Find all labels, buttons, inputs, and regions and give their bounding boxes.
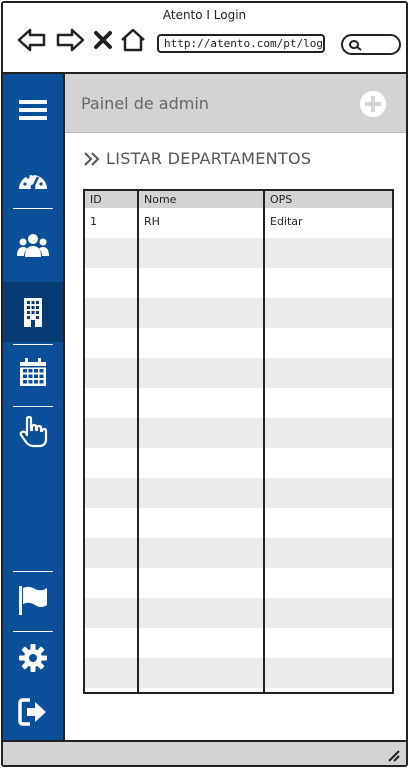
column-header-id: ID xyxy=(90,193,102,206)
table-row-empty xyxy=(85,478,392,508)
table-row-empty xyxy=(85,298,392,328)
table-row-empty xyxy=(85,238,392,268)
table-row-empty xyxy=(85,448,392,478)
page-title: Painel de admin xyxy=(81,94,209,113)
double-chevron-right-icon xyxy=(84,151,100,166)
sidebar-item-calendar[interactable] xyxy=(3,344,63,400)
url-bar[interactable]: http://atento.com/pt/login/ xyxy=(157,34,325,53)
sidebar-item-settings[interactable] xyxy=(3,630,63,686)
sidebar-item-users[interactable] xyxy=(3,218,63,274)
sidebar-menu-toggle[interactable] xyxy=(3,82,63,138)
column-header-ops: OPS xyxy=(270,193,293,206)
section-title: LISTAR DEPARTAMENTOS xyxy=(83,149,311,168)
building-icon xyxy=(24,298,42,327)
column-header-nome: Nome xyxy=(144,193,177,206)
add-button[interactable] xyxy=(360,91,386,117)
cell-id: 1 xyxy=(90,215,97,228)
edit-link[interactable]: Editar xyxy=(265,208,303,228)
table-header: ID Nome OPS xyxy=(85,191,392,208)
back-arrow-icon[interactable] xyxy=(17,27,47,53)
table-row-empty xyxy=(85,628,392,658)
resize-grip-icon[interactable] xyxy=(386,748,400,762)
sidebar xyxy=(3,74,65,744)
table-row-empty xyxy=(85,538,392,568)
admin-header: Painel de admin xyxy=(65,74,406,133)
calendar-icon xyxy=(20,358,46,386)
hamburger-icon xyxy=(19,100,47,120)
table-row-empty xyxy=(85,328,392,358)
table-row-empty xyxy=(85,388,392,418)
table-row-empty xyxy=(85,598,392,628)
column-divider xyxy=(137,191,139,692)
hand-pointer-icon xyxy=(19,415,48,448)
sidebar-item-flag[interactable] xyxy=(3,572,63,628)
sidebar-item-logout[interactable] xyxy=(3,684,63,740)
table-row[interactable]: 1 RH Editar xyxy=(85,208,392,238)
table-row-empty xyxy=(85,568,392,598)
browser-window: Atento I Login http://atento.com/pt/logi… xyxy=(1,1,408,767)
gear-icon xyxy=(19,644,47,672)
search-icon xyxy=(349,40,362,51)
table-row-empty xyxy=(85,418,392,448)
column-divider xyxy=(263,191,265,692)
window-title: Atento I Login xyxy=(162,8,247,22)
sidebar-divider xyxy=(13,208,53,209)
table-row-empty xyxy=(85,658,392,688)
table-row-empty xyxy=(85,268,392,298)
browser-search-box[interactable] xyxy=(341,34,401,55)
plus-circle-icon xyxy=(360,91,386,117)
users-group-icon xyxy=(17,234,49,257)
home-icon[interactable] xyxy=(119,27,147,53)
sidebar-item-departments[interactable] xyxy=(3,282,63,342)
cell-nome: RH xyxy=(144,215,160,228)
section-title-text: LISTAR DEPARTAMENTOS xyxy=(106,149,312,168)
table-row-empty xyxy=(85,358,392,388)
dashboard-gauge-icon xyxy=(19,172,47,190)
departments-table: ID Nome OPS 1 RH Editar xyxy=(83,189,394,694)
forward-arrow-icon[interactable] xyxy=(55,27,85,53)
sidebar-item-dashboard[interactable] xyxy=(3,154,63,210)
browser-chrome: Atento I Login http://atento.com/pt/logi… xyxy=(3,3,406,74)
close-x-icon[interactable] xyxy=(93,27,113,53)
sign-out-icon xyxy=(18,698,46,726)
table-row-empty xyxy=(85,508,392,538)
flag-icon xyxy=(19,586,47,615)
status-bar xyxy=(3,740,406,765)
sidebar-item-touch[interactable] xyxy=(3,404,63,460)
